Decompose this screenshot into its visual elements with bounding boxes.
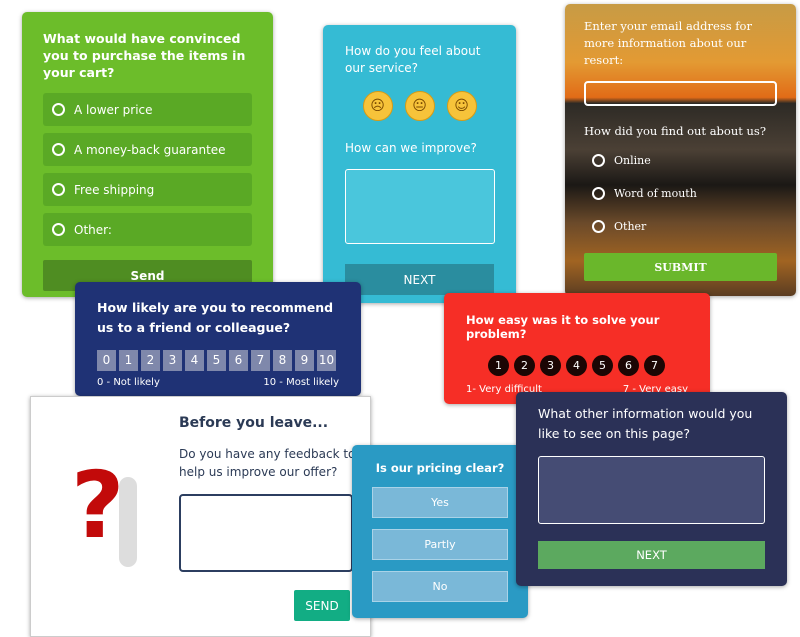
- option-partly[interactable]: Partly: [372, 529, 508, 560]
- option-label: Free shipping: [74, 182, 155, 197]
- score-6-button[interactable]: 6: [229, 350, 248, 371]
- thinking-person-illustration: [119, 477, 137, 567]
- email-input[interactable]: [584, 81, 777, 106]
- option-free-shipping[interactable]: Free shipping: [43, 173, 252, 206]
- email-prompt: Enter your email address for more inform…: [584, 19, 752, 67]
- effort-question: How easy was it to solve your problem?: [466, 313, 660, 341]
- option-label: Other: [614, 220, 647, 233]
- nps-question: How likely are you to recommend us to a …: [97, 300, 334, 335]
- effort-3-button[interactable]: 3: [540, 355, 561, 376]
- next-button[interactable]: NEXT: [345, 264, 494, 295]
- score-5-button[interactable]: 5: [207, 350, 226, 371]
- option-online[interactable]: Online: [592, 154, 777, 167]
- info-question: What other information would you like to…: [538, 406, 753, 441]
- sad-face-icon[interactable]: ☹: [362, 91, 393, 121]
- score-2-button[interactable]: 2: [141, 350, 160, 371]
- cart-question: What would have convinced you to purchas…: [43, 31, 246, 80]
- score-10-button[interactable]: 10: [317, 350, 336, 371]
- next-button[interactable]: NEXT: [538, 541, 765, 569]
- effort-2-button[interactable]: 2: [514, 355, 535, 376]
- option-other[interactable]: Other:: [43, 213, 252, 246]
- score-8-button[interactable]: 8: [273, 350, 292, 371]
- radio-icon[interactable]: [52, 103, 65, 116]
- radio-icon[interactable]: [592, 220, 605, 233]
- effort-4-button[interactable]: 4: [566, 355, 587, 376]
- submit-button[interactable]: SUBMIT: [584, 253, 777, 281]
- radio-icon[interactable]: [52, 223, 65, 236]
- effort-survey-card: How easy was it to solve your problem? 1…: [444, 293, 710, 404]
- cart-survey-card: What would have convinced you to purchas…: [22, 12, 273, 297]
- option-label: Word of mouth: [614, 187, 697, 200]
- exit-survey-card: ? Before you leave... Do you have any fe…: [30, 396, 371, 637]
- option-other[interactable]: Other: [592, 220, 777, 233]
- exit-title: Before you leave...: [179, 415, 329, 431]
- effort-6-button[interactable]: 6: [618, 355, 639, 376]
- info-survey-card: What other information would you like to…: [516, 392, 787, 586]
- improve-question: How can we improve?: [345, 141, 477, 155]
- option-label: A money-back guarantee: [74, 142, 226, 157]
- option-label: A lower price: [74, 102, 153, 117]
- option-label: Other:: [74, 222, 112, 237]
- score-9-button[interactable]: 9: [295, 350, 314, 371]
- radio-icon[interactable]: [52, 143, 65, 156]
- option-label: Online: [614, 154, 651, 167]
- option-word-of-mouth[interactable]: Word of mouth: [592, 187, 777, 200]
- resort-survey-card: Enter your email address for more inform…: [565, 4, 796, 296]
- option-lower-price[interactable]: A lower price: [43, 93, 252, 126]
- question-mark-illustration: ?: [71, 452, 125, 559]
- radio-icon[interactable]: [592, 187, 605, 200]
- info-textarea[interactable]: [538, 456, 765, 524]
- score-4-button[interactable]: 4: [185, 350, 204, 371]
- score-7-button[interactable]: 7: [251, 350, 270, 371]
- pricing-question: Is our pricing clear?: [375, 461, 505, 475]
- happy-face-icon[interactable]: ☺: [446, 91, 477, 121]
- option-yes[interactable]: Yes: [372, 487, 508, 518]
- radio-icon[interactable]: [592, 154, 605, 167]
- exit-question: Do you have any feedback to help us impr…: [179, 447, 356, 479]
- send-button[interactable]: SEND: [294, 590, 350, 621]
- effort-7-button[interactable]: 7: [644, 355, 665, 376]
- score-0-button[interactable]: 0: [97, 350, 116, 371]
- improve-textarea[interactable]: [345, 169, 495, 244]
- effort-5-button[interactable]: 5: [592, 355, 613, 376]
- score-1-button[interactable]: 1: [119, 350, 138, 371]
- feel-question: How do you feel about our service?: [345, 44, 481, 75]
- low-label: 0 - Not likely: [97, 377, 160, 388]
- effort-1-button[interactable]: 1: [488, 355, 509, 376]
- source-question: How did you find out about us?: [584, 124, 766, 138]
- nps-survey-card: How likely are you to recommend us to a …: [75, 282, 361, 396]
- neutral-face-icon[interactable]: 😐: [404, 91, 435, 121]
- pricing-survey-card: Is our pricing clear? Yes Partly No: [352, 445, 528, 618]
- option-no[interactable]: No: [372, 571, 508, 602]
- feedback-textarea[interactable]: [179, 494, 353, 572]
- option-money-back[interactable]: A money-back guarantee: [43, 133, 252, 166]
- high-label: 10 - Most likely: [263, 377, 339, 388]
- service-survey-card: How do you feel about our service? ☹ 😐 ☺…: [323, 25, 516, 303]
- radio-icon[interactable]: [52, 183, 65, 196]
- score-3-button[interactable]: 3: [163, 350, 182, 371]
